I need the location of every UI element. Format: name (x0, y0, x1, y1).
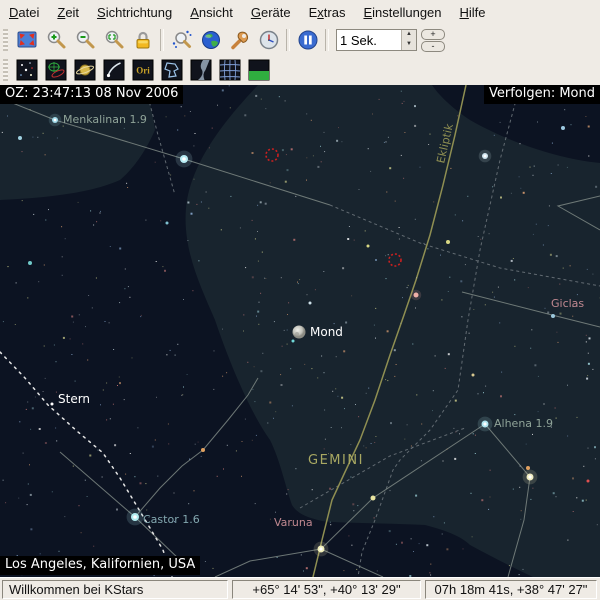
zoom-in-button[interactable] (41, 26, 70, 54)
expand-icon (16, 29, 38, 51)
star[interactable] (551, 314, 555, 318)
stars-icon (16, 59, 38, 81)
toggle-grid-button[interactable] (215, 56, 244, 84)
zoom-out-button[interactable] (70, 26, 99, 54)
star[interactable] (414, 293, 419, 298)
sky-label-varuna: Varuna (274, 516, 313, 529)
star[interactable] (561, 126, 565, 130)
star[interactable] (166, 222, 169, 225)
moon-mare (295, 332, 299, 336)
toggle-comets-button[interactable] (99, 56, 128, 84)
zoom-in-icon (45, 29, 67, 51)
star[interactable] (292, 340, 295, 343)
star[interactable] (587, 480, 590, 483)
star[interactable] (51, 403, 54, 406)
moon[interactable] (293, 326, 306, 339)
horizon-icon (248, 59, 270, 81)
milkyway-icon (190, 59, 212, 81)
sky-label-alhena-1-9: Alhena 1.9 (494, 417, 553, 430)
track-object-button[interactable] (128, 26, 157, 54)
menu-item-gerte[interactable]: Geräte (242, 2, 300, 23)
toggle-clock-button[interactable] (293, 26, 322, 54)
sky-map[interactable]: Menkalinan 1.9 Giclas Mond Stern Alhena 1.9 G… (0, 85, 600, 577)
zoom-default-button[interactable] (99, 26, 128, 54)
status-bar: Willkommen bei KStars +65° 14' 53", +40°… (0, 577, 600, 600)
wrench-icon (229, 29, 251, 51)
timestep-spinner[interactable]: ▲ ▼ (401, 30, 416, 50)
toolbar-handle[interactable] (3, 59, 8, 81)
tracking-overlay: Verfolgen: Mond (484, 85, 600, 104)
local-time-overlay: OZ: 23:47:13 08 Nov 2006 (0, 85, 183, 104)
menu-item-einstellungen[interactable]: Einstellungen (354, 2, 450, 23)
menu-item-zeit[interactable]: Zeit (48, 2, 88, 23)
status-message: Willkommen bei KStars (2, 580, 228, 599)
kstars-window: DateiZeitSichtrichtungAnsichtGeräteExtra… (0, 0, 600, 600)
comets-icon (103, 59, 125, 81)
find-object-button[interactable] (167, 26, 196, 54)
sky-label-menkalinan-1-9: Menkalinan 1.9 (63, 113, 147, 126)
toolbar-separator (160, 29, 164, 51)
constell-icon (161, 59, 183, 81)
toolbar-handle[interactable] (3, 29, 8, 51)
spin-down-icon[interactable]: ▼ (402, 40, 416, 50)
sky-label-stern: Stern (58, 392, 90, 406)
globe-icon (200, 29, 222, 51)
menu-item-sichtrichtung[interactable]: Sichtrichtung (88, 2, 181, 23)
star[interactable] (446, 240, 450, 244)
star[interactable] (309, 302, 312, 305)
names-icon: Ori (132, 59, 154, 81)
geolocation-button[interactable] (196, 26, 225, 54)
sky-label-gemini: GEMINI (308, 453, 364, 468)
svg-text:Ori: Ori (136, 66, 150, 76)
menu-item-extras[interactable]: Extras (300, 2, 355, 23)
menu-bar: DateiZeitSichtrichtungAnsichtGeräteExtra… (0, 0, 600, 26)
timestep-widget: ▲ ▼ + - (336, 29, 445, 52)
timestep-input[interactable] (337, 30, 401, 50)
star[interactable] (367, 245, 370, 248)
star[interactable] (201, 448, 205, 452)
toggle-constellation-lines-button[interactable] (157, 56, 186, 84)
find-icon (171, 29, 193, 51)
planets-icon (74, 59, 96, 81)
deepsky-icon (45, 59, 67, 81)
toggle-deepsky-button[interactable] (41, 56, 70, 84)
menu-item-ansicht[interactable]: Ansicht (181, 2, 242, 23)
menu-item-hilfe[interactable]: Hilfe (451, 2, 495, 23)
pause-icon (297, 29, 319, 51)
toolbar-separator (325, 29, 329, 51)
star[interactable] (472, 374, 475, 377)
star[interactable] (28, 261, 32, 265)
star[interactable] (371, 496, 376, 501)
star[interactable] (526, 466, 530, 470)
toggle-milkyway-button[interactable] (186, 56, 215, 84)
grid-icon (219, 59, 241, 81)
toolbox-button[interactable] (225, 26, 254, 54)
fullscreen-button[interactable] (12, 26, 41, 54)
sky-label-castor-1-6: Castor 1.6 (143, 513, 200, 526)
sky-canvas[interactable] (0, 85, 600, 577)
menu-item-datei[interactable]: Datei (0, 2, 48, 23)
star[interactable] (18, 136, 22, 140)
toggle-horizon-button[interactable] (244, 56, 273, 84)
sky-label-giclas: Giclas (551, 297, 584, 310)
view-toolbar: Ori (0, 55, 600, 86)
status-azalt-coords: +65° 14' 53", +40° 13' 29" (232, 580, 421, 599)
toggle-constellation-names-button[interactable]: Ori (128, 56, 157, 84)
toggle-planets-button[interactable] (70, 56, 99, 84)
sky-label-mond: Mond (310, 325, 343, 339)
set-time-button[interactable] (254, 26, 283, 54)
zoom-out-icon (74, 29, 96, 51)
status-radec-coords: 07h 18m 41s, +38° 47' 27" (425, 580, 597, 599)
lock-icon (132, 29, 154, 51)
clock-icon (258, 29, 280, 51)
zoom-default-icon (103, 29, 125, 51)
location-overlay: Los Angeles, Kalifornien, USA (0, 556, 200, 575)
spin-up-icon[interactable]: ▲ (402, 30, 416, 40)
toolbar-separator (286, 29, 290, 51)
toggle-stars-button[interactable] (12, 56, 41, 84)
timestep-minus-button[interactable]: - (421, 41, 445, 52)
main-toolbar: ▲ ▼ + - (0, 25, 600, 56)
timestep-plus-button[interactable]: + (421, 29, 445, 40)
